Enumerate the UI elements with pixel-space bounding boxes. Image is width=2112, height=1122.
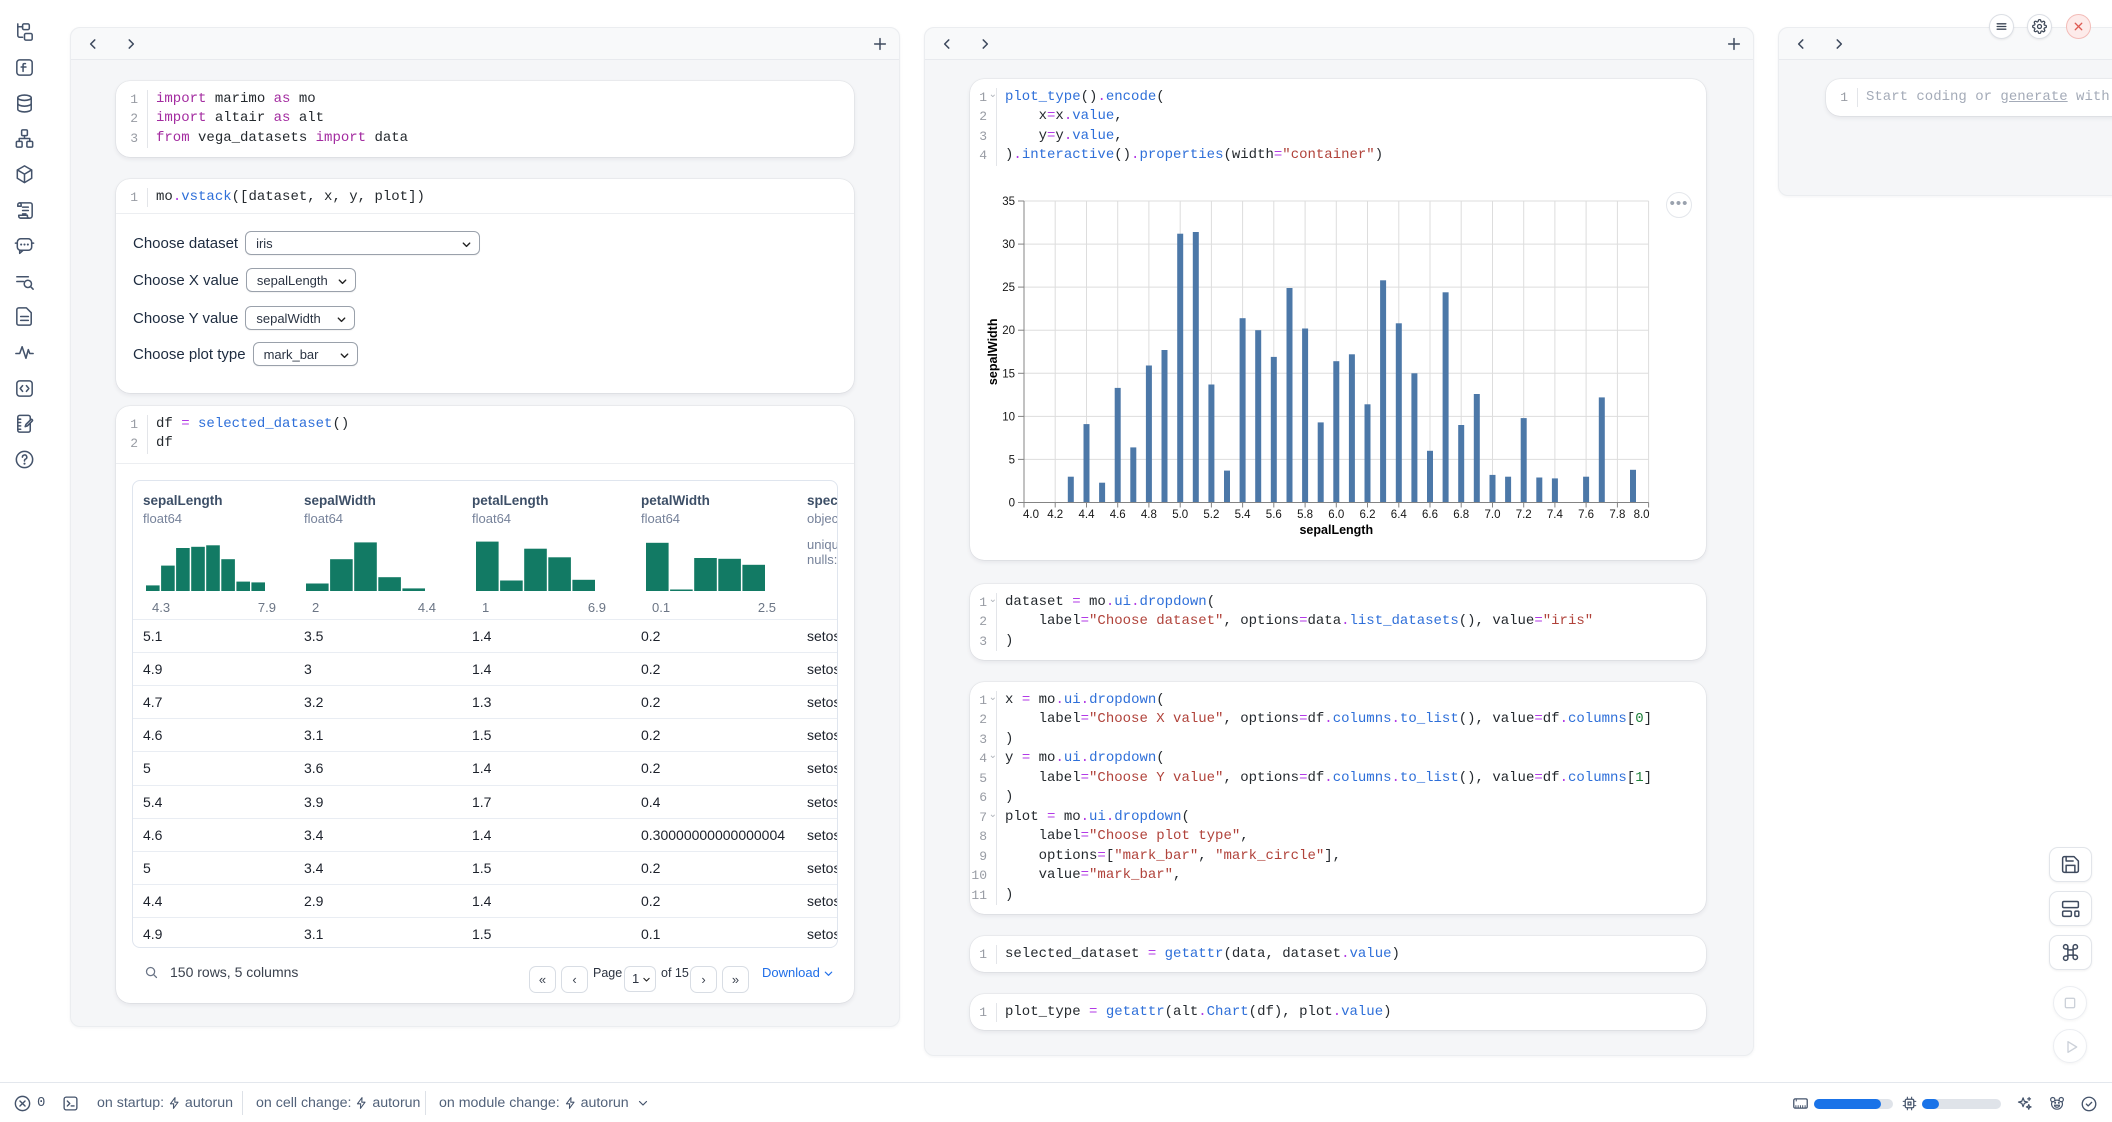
svg-text:7.4: 7.4 <box>1547 509 1564 521</box>
svg-text:4.4: 4.4 <box>1079 509 1096 521</box>
svg-text:5: 5 <box>1009 454 1015 466</box>
svg-text:7.6: 7.6 <box>1578 509 1594 521</box>
svg-text:4.0: 4.0 <box>1023 509 1039 521</box>
svg-text:4.8: 4.8 <box>1141 509 1157 521</box>
svg-text:6.6: 6.6 <box>1422 509 1438 521</box>
svg-text:6.4: 6.4 <box>1391 509 1408 521</box>
svg-text:35: 35 <box>1002 196 1015 208</box>
svg-text:5.6: 5.6 <box>1266 509 1282 521</box>
svg-text:5.4: 5.4 <box>1235 509 1252 521</box>
svg-text:6.2: 6.2 <box>1360 509 1376 521</box>
svg-text:7.8: 7.8 <box>1609 509 1625 521</box>
svg-text:sepalWidth: sepalWidth <box>986 319 1000 386</box>
svg-text:4.2: 4.2 <box>1047 509 1063 521</box>
svg-text:sepalLength: sepalLength <box>1299 523 1373 537</box>
svg-text:10: 10 <box>1002 411 1015 423</box>
svg-text:6.8: 6.8 <box>1453 509 1469 521</box>
svg-text:4.6: 4.6 <box>1110 509 1126 521</box>
svg-text:15: 15 <box>1002 368 1015 380</box>
svg-text:5.2: 5.2 <box>1203 509 1219 521</box>
svg-text:6.0: 6.0 <box>1328 509 1344 521</box>
svg-text:5.0: 5.0 <box>1172 509 1188 521</box>
svg-text:8.0: 8.0 <box>1634 509 1650 521</box>
svg-text:20: 20 <box>1002 325 1015 337</box>
svg-text:5.8: 5.8 <box>1297 509 1313 521</box>
svg-text:30: 30 <box>1002 239 1015 251</box>
svg-text:0: 0 <box>1009 498 1015 510</box>
svg-text:7.2: 7.2 <box>1516 509 1532 521</box>
svg-text:25: 25 <box>1002 282 1015 294</box>
svg-text:7.0: 7.0 <box>1485 509 1501 521</box>
